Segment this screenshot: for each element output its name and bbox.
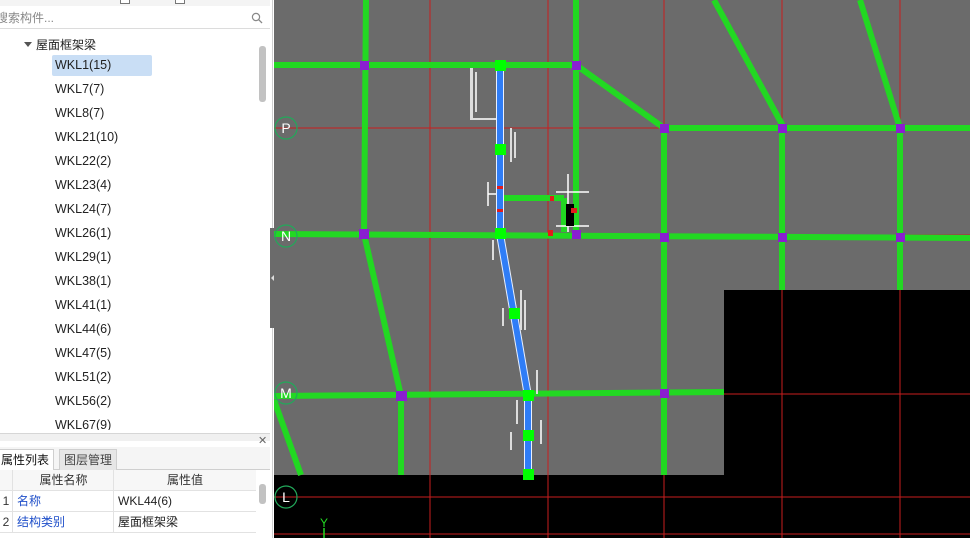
top-toolbar-strip [0,0,270,6]
tree-item[interactable]: WKL22(2) [52,151,152,172]
beam [361,0,369,235]
tab-properties[interactable]: 属性列表 [0,449,55,470]
node [495,228,506,239]
app-window: 屋面框架梁 WKL1(15) WKL7(7) WKL8(7) WKL21(10) WKL… [0,0,970,538]
property-row-name[interactable]: 1 名称 WKL44(6) [0,491,256,512]
node [523,390,534,401]
column [660,389,669,398]
tree-item[interactable]: WKL44(6) [52,319,152,340]
panel-splitter[interactable] [0,433,270,441]
drawing-canvas[interactable]: P N M L Y [274,0,970,538]
slab-region [274,290,724,475]
column [896,124,905,133]
tree-item[interactable]: WKL51(2) [52,367,152,388]
property-value[interactable]: 屋面框架梁 [115,512,255,532]
search-icon[interactable] [251,12,263,24]
column [660,233,669,242]
tree-item[interactable]: WKL38(1) [52,271,152,292]
column [660,124,669,133]
left-panel: 屋面框架梁 WKL1(15) WKL7(7) WKL8(7) WKL21(10) WKL… [0,0,273,538]
search-input[interactable] [0,8,240,28]
tree-item[interactable]: WKL8(7) [52,103,152,124]
ucs-y-label: Y [320,516,328,530]
tree-group-roof-frame-beam[interactable]: 屋面框架梁 [24,34,96,54]
column [572,230,581,239]
column [360,61,369,70]
tab-layers[interactable]: 图层管理 [59,449,118,470]
tree-scrollbar[interactable] [259,46,266,102]
node [523,430,534,441]
tree-item[interactable]: WKL56(2) [52,391,152,412]
property-name: 名称 [14,491,114,511]
property-row-struct-type[interactable]: 2 结构类别 屋面框架梁 [0,512,256,533]
column [396,391,407,401]
search-box [0,7,270,29]
tree-item[interactable]: WKL21(10) [52,127,152,148]
beam [274,231,970,241]
tree-item[interactable]: WKL1(15) [52,55,152,76]
node [523,469,534,480]
property-name-header: 属性名称 [14,470,114,490]
opening [566,204,574,226]
tree-item[interactable]: WKL41(1) [52,295,152,316]
checkbox-icon[interactable] [120,0,130,4]
axis-label-m: M [280,385,292,401]
axis-label-n: N [281,228,291,244]
property-value-header: 属性值 [166,473,203,487]
tree-item[interactable]: WKL47(5) [52,343,152,364]
beam [274,389,725,399]
axis-label-l: L [282,489,290,505]
tree-item[interactable]: WKL24(7) [52,199,152,220]
column [572,61,581,70]
component-tree: 屋面框架梁 WKL1(15) WKL7(7) WKL8(7) WKL21(10) WKL… [0,30,258,430]
chevron-down-icon[interactable] [24,41,32,47]
tree-item[interactable]: WKL7(7) [52,79,152,100]
column [778,233,787,242]
tree-item[interactable]: WKL29(1) [52,247,152,268]
node [509,308,520,319]
close-icon[interactable]: ✕ [258,435,267,447]
tree-item[interactable]: WKL26(1) [52,223,152,244]
property-value[interactable]: WKL44(6) [115,491,255,511]
tree-group-label: 屋面框架梁 [36,37,97,52]
column [896,233,905,242]
node [495,144,506,155]
column [778,124,787,133]
property-scrollbar[interactable] [259,484,266,504]
tree-item[interactable]: WKL67(9) [52,415,152,430]
ucs-icon: Y [320,516,328,538]
column [359,229,369,239]
tab-bar: 属性列表 图层管理 [0,447,270,470]
tree-item[interactable]: WKL23(4) [52,175,152,196]
node [495,60,506,71]
property-header-row: 属性名称 属性值 [0,470,256,491]
slab-region [274,0,970,290]
axis-label-p: P [281,120,290,136]
checkbox-icon[interactable] [175,0,185,4]
property-name: 结构类别 [14,512,114,532]
